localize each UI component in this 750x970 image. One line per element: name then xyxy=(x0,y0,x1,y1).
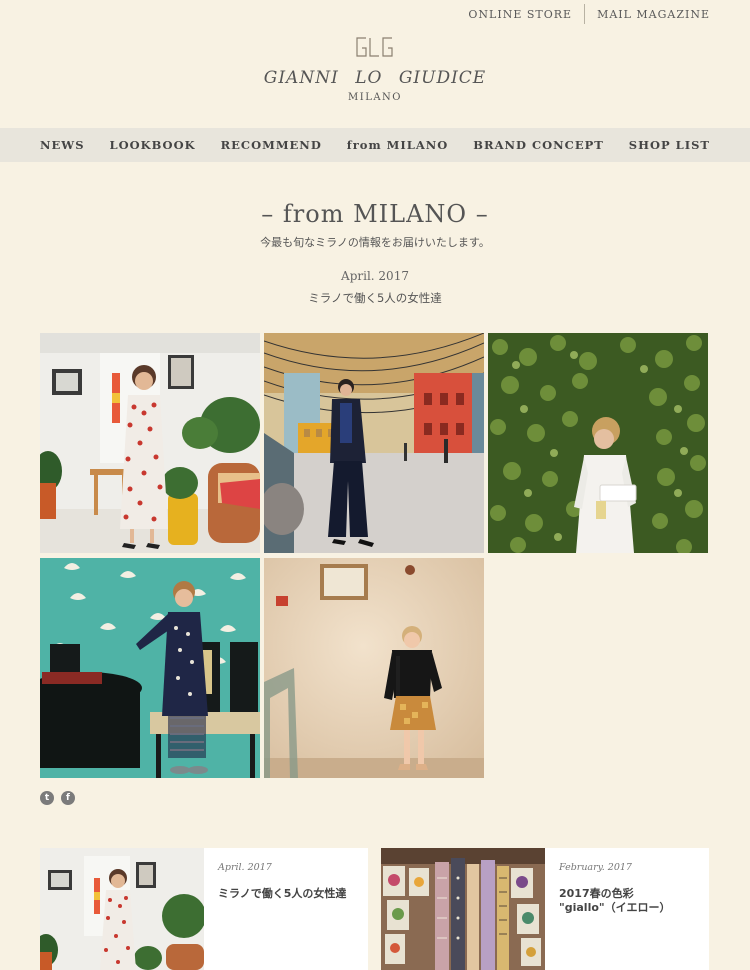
photo-woman-by-plaster-wall[interactable] xyxy=(264,558,484,778)
main-nav: NEWS LOOKBOOK RECOMMEND from MILANO BRAN… xyxy=(0,128,750,162)
page-heading: – from MILANO – 今最も旬なミラノの情報をお届けいたします。 xyxy=(0,200,750,250)
mail-magazine-link[interactable]: MAIL MAGAZINE xyxy=(585,6,710,24)
brand-name: GIANNI LO GIUDICE xyxy=(263,68,487,88)
facebook-icon[interactable]: f xyxy=(61,791,75,805)
nav-from-milano[interactable]: from MILANO xyxy=(347,138,449,152)
share-icons: t f xyxy=(40,791,75,805)
brand-logo[interactable]: GIANNI LO GIUDICE MILANO xyxy=(0,36,750,103)
related-post-thumbnail xyxy=(40,848,204,970)
nav-news[interactable]: NEWS xyxy=(40,138,85,152)
related-post-date: February. 2017 xyxy=(559,862,632,873)
related-post-thumbnail xyxy=(381,848,545,970)
photo-woman-by-ivy-wall[interactable] xyxy=(488,333,708,553)
related-post-title: 2017春の色彩 "giallo"（イエロー） xyxy=(559,887,671,914)
post-title: ミラノで働く5人の女性達 xyxy=(308,291,442,305)
related-post-card[interactable]: February. 2017 2017春の色彩 "giallo"（イエロー） xyxy=(381,848,709,970)
page-lead: 今最も旬なミラノの情報をお届けいたします。 xyxy=(260,236,490,249)
photo-woman-by-teal-wall[interactable] xyxy=(40,558,260,778)
nav-shop-list[interactable]: SHOP LIST xyxy=(629,138,710,152)
related-post-card[interactable]: April. 2017 ミラノで働く5人の女性達 xyxy=(40,848,368,970)
monogram-logo xyxy=(356,37,393,57)
nav-brand-concept[interactable]: BRAND CONCEPT xyxy=(473,138,604,152)
brand-city: MILANO xyxy=(348,92,402,103)
related-post-title: ミラノで働く5人の女性達 xyxy=(218,887,347,900)
photo-woman-in-courtyard[interactable] xyxy=(264,333,484,553)
photo-woman-in-white-room[interactable] xyxy=(40,333,260,553)
nav-recommend[interactable]: RECOMMEND xyxy=(221,138,322,152)
related-post-date: April. 2017 xyxy=(218,862,272,873)
utility-links: ONLINE STORE MAIL MAGAZINE xyxy=(456,4,710,24)
nav-lookbook[interactable]: LOOKBOOK xyxy=(110,138,196,152)
post-date: April. 2017 xyxy=(341,269,409,283)
page-title: – from MILANO – xyxy=(261,200,489,228)
online-store-link[interactable]: ONLINE STORE xyxy=(456,6,584,24)
twitter-icon[interactable]: t xyxy=(40,791,54,805)
